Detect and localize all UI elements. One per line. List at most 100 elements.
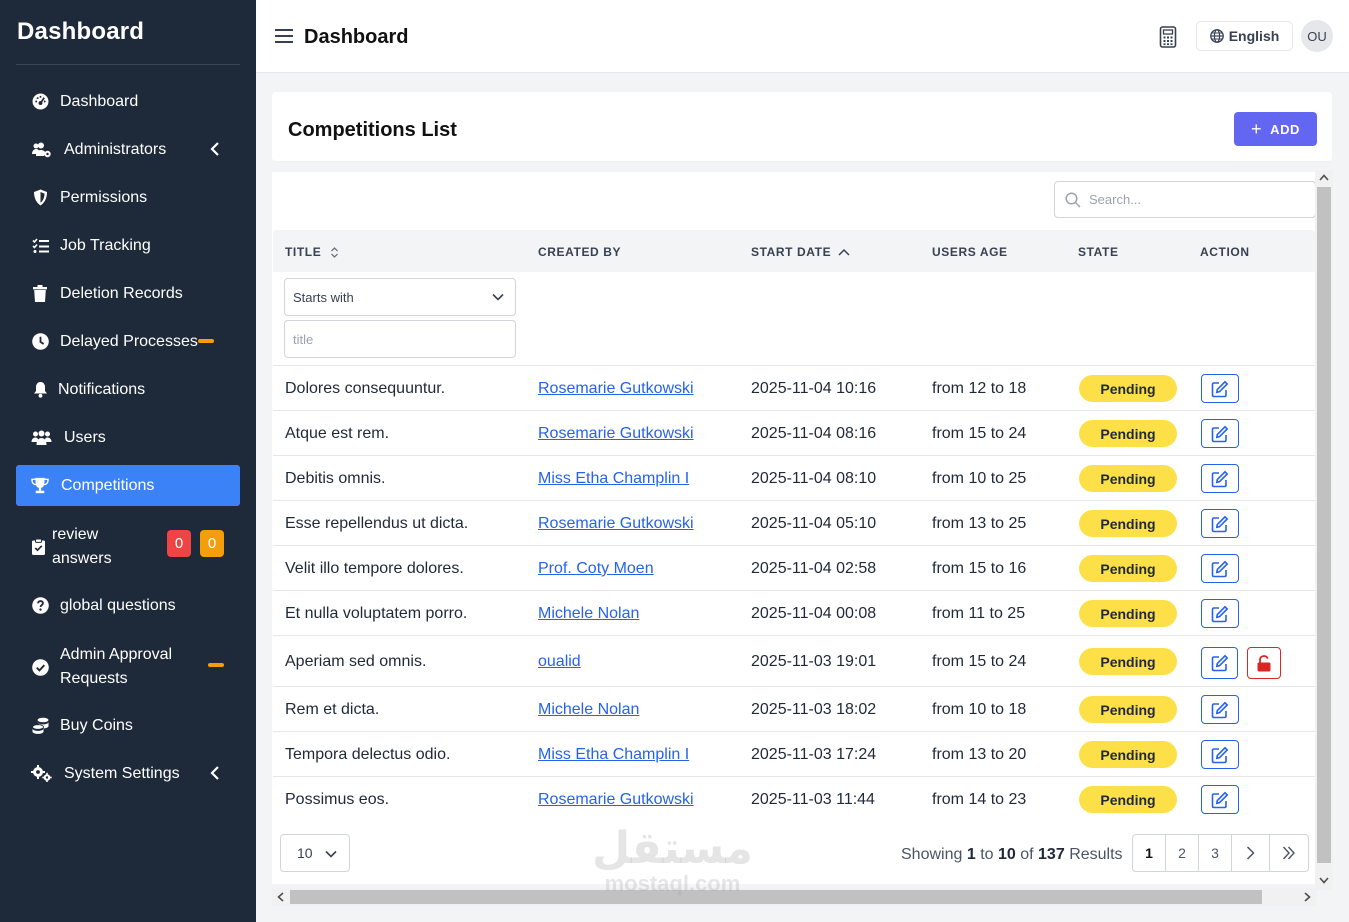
competition-title: Velit illo tempore dolores. bbox=[285, 560, 464, 577]
user-avatar[interactable]: OU bbox=[1301, 20, 1333, 52]
edit-icon bbox=[1211, 605, 1229, 622]
per-page-select[interactable]: 10 bbox=[280, 834, 350, 872]
sidebar-item-label: global questions bbox=[60, 596, 176, 614]
calculator-icon[interactable] bbox=[1159, 26, 1177, 48]
sidebar-item-competitions[interactable]: Competitions bbox=[16, 465, 240, 506]
edit-button[interactable] bbox=[1201, 509, 1239, 538]
title-filter-input[interactable] bbox=[293, 331, 503, 347]
creator-link[interactable]: Prof. Coty Moen bbox=[538, 560, 654, 578]
question-circle-icon bbox=[31, 597, 49, 615]
sort-ascending-icon bbox=[838, 248, 850, 256]
users-age: from 11 to 25 bbox=[932, 605, 1026, 622]
sidebar-item-delayed-processes[interactable]: Delayed Processes bbox=[16, 321, 240, 362]
creator-link[interactable]: oualid bbox=[538, 653, 581, 671]
creator-link[interactable]: Michele Nolan bbox=[538, 701, 639, 719]
users-icon bbox=[31, 429, 52, 447]
column-header-created-by: CREATED BY bbox=[538, 245, 622, 259]
state-badge: Pending bbox=[1079, 555, 1177, 582]
column-header-state: STATE bbox=[1078, 245, 1119, 259]
sidebar-item-job-tracking[interactable]: Job Tracking bbox=[16, 225, 240, 266]
page-title: Competitions List bbox=[288, 119, 457, 141]
sidebar-item-label: Delayed Processes bbox=[60, 332, 198, 350]
table-row: Aperiam sed omnis. oualid 2025-11-03 19:01… bbox=[273, 635, 1315, 686]
hamburger-menu-icon[interactable] bbox=[275, 28, 293, 44]
chevron-left-icon bbox=[210, 142, 219, 156]
language-button[interactable]: English bbox=[1196, 21, 1293, 51]
edit-button[interactable] bbox=[1201, 695, 1239, 724]
search-icon bbox=[1065, 191, 1081, 208]
competition-title: Dolores consequuntur. bbox=[285, 380, 446, 397]
page-button-2[interactable]: 2 bbox=[1166, 835, 1199, 871]
vertical-scroll-thumb[interactable] bbox=[1317, 187, 1331, 863]
sidebar-item-deletion-records[interactable]: Deletion Records bbox=[16, 273, 240, 314]
vertical-scrollbar[interactable] bbox=[1315, 170, 1333, 890]
users-age: from 10 to 18 bbox=[932, 701, 1027, 718]
creator-link[interactable]: Michele Nolan bbox=[538, 605, 639, 623]
page-button-1[interactable]: 1 bbox=[1133, 835, 1166, 871]
scroll-down-arrow-icon[interactable] bbox=[1319, 877, 1329, 884]
edit-button[interactable] bbox=[1201, 647, 1238, 679]
edit-icon bbox=[1211, 425, 1229, 442]
chevron-left-icon bbox=[210, 766, 219, 780]
sidebar-item-buy-coins[interactable]: Buy Coins bbox=[16, 705, 240, 746]
next-page-button[interactable] bbox=[1232, 835, 1270, 871]
edit-icon bbox=[1211, 470, 1229, 487]
column-header-start-date[interactable]: START DATE bbox=[751, 245, 850, 259]
users-age: from 13 to 25 bbox=[932, 515, 1027, 532]
creator-link[interactable]: Rosemarie Gutkowski bbox=[538, 380, 694, 398]
review-answers-count-badge: 0 bbox=[200, 530, 224, 557]
creator-link[interactable]: Miss Etha Champlin I bbox=[538, 470, 689, 488]
edit-button[interactable] bbox=[1201, 785, 1239, 814]
creator-link[interactable]: Rosemarie Gutkowski bbox=[538, 791, 694, 809]
edit-button[interactable] bbox=[1201, 374, 1239, 403]
start-date: 2025-11-04 05:10 bbox=[751, 515, 877, 532]
sidebar-item-administrators[interactable]: Administrators bbox=[16, 129, 240, 170]
edit-button[interactable] bbox=[1201, 599, 1239, 628]
title-filter-field[interactable] bbox=[284, 320, 516, 358]
users-age: from 13 to 20 bbox=[932, 746, 1027, 763]
column-header-users-age: USERS AGE bbox=[932, 245, 1008, 259]
last-page-button[interactable] bbox=[1270, 835, 1308, 871]
competition-title: Possimus eos. bbox=[285, 791, 390, 808]
users-cog-icon bbox=[31, 141, 52, 159]
sidebar-item-label: Job Tracking bbox=[60, 236, 151, 254]
status-dash-indicator bbox=[208, 663, 224, 667]
start-date: 2025-11-04 02:58 bbox=[751, 560, 877, 577]
competition-title: Et nulla voluptatem porro. bbox=[285, 605, 468, 622]
competition-title: Atque est rem. bbox=[285, 425, 390, 442]
competition-title: Aperiam sed omnis. bbox=[285, 653, 427, 670]
creator-link[interactable]: Miss Etha Champlin I bbox=[538, 746, 689, 764]
sidebar-item-notifications[interactable]: Notifications bbox=[16, 369, 240, 410]
creator-link[interactable]: Rosemarie Gutkowski bbox=[538, 425, 694, 443]
page-button-3[interactable]: 3 bbox=[1199, 835, 1232, 871]
add-competition-button[interactable]: + ADD bbox=[1234, 112, 1317, 146]
sidebar-item-permissions[interactable]: Permissions bbox=[16, 177, 240, 218]
table-row: Dolores consequuntur. Rosemarie Gutkowski… bbox=[273, 365, 1315, 410]
state-badge: Pending bbox=[1079, 648, 1177, 675]
search-input[interactable] bbox=[1089, 192, 1289, 207]
creator-link[interactable]: Rosemarie Gutkowski bbox=[538, 515, 694, 533]
edit-button[interactable] bbox=[1201, 740, 1239, 769]
users-age: from 12 to 18 bbox=[932, 380, 1027, 397]
filter-mode-value: Starts with bbox=[293, 289, 354, 305]
sidebar-item-system-settings[interactable]: System Settings bbox=[16, 753, 240, 794]
sidebar-item-global-questions[interactable]: global questions bbox=[16, 585, 240, 626]
unlock-button[interactable] bbox=[1247, 647, 1281, 679]
scroll-right-arrow-icon[interactable] bbox=[1304, 892, 1311, 902]
scroll-up-arrow-icon[interactable] bbox=[1319, 174, 1329, 181]
edit-button[interactable] bbox=[1201, 554, 1239, 583]
edit-button[interactable] bbox=[1201, 419, 1239, 448]
column-header-title[interactable]: TITLE bbox=[285, 245, 339, 259]
horizontal-scrollbar[interactable] bbox=[272, 888, 1317, 906]
sidebar-item-label: Admin Approval bbox=[60, 646, 173, 663]
horizontal-scroll-thumb[interactable] bbox=[290, 890, 1262, 904]
scroll-left-arrow-icon[interactable] bbox=[277, 892, 284, 902]
users-age: from 15 to 16 bbox=[932, 560, 1027, 577]
sidebar-item-label: Dashboard bbox=[60, 92, 139, 110]
sidebar-item-users[interactable]: Users bbox=[16, 417, 240, 458]
search-box[interactable] bbox=[1054, 181, 1316, 218]
sidebar-item-admin-approval-requests[interactable]: Admin Approval Requests bbox=[16, 642, 240, 692]
title-filter-mode-select[interactable]: Starts with bbox=[284, 278, 516, 316]
sidebar-item-dashboard[interactable]: Dashboard bbox=[16, 81, 240, 122]
edit-button[interactable] bbox=[1201, 464, 1239, 493]
